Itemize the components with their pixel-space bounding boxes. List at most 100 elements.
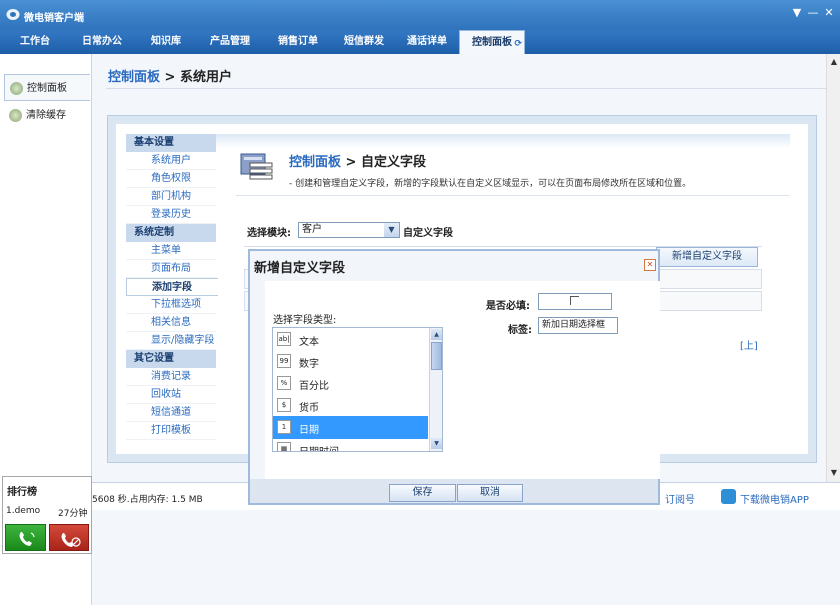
module-select-value: 客户 <box>302 224 322 235</box>
cancel-button[interactable]: 取消 <box>457 484 523 502</box>
field-type-label: 选择字段类型: <box>273 315 337 326</box>
breadcrumb: 控制面板 > 系统用户 <box>108 66 232 85</box>
submenu-item-add-field[interactable]: 添加字段 <box>126 278 218 296</box>
content-header-gradient <box>216 134 790 148</box>
tab-sales-orders[interactable]: 销售订单 <box>266 30 330 54</box>
submenu-item-show-hide-fields[interactable]: 显示/隐藏字段 <box>126 332 216 350</box>
field-type-scrollbar[interactable]: ▲ ▼ <box>429 328 442 451</box>
scroll-down-arrow-icon[interactable]: ▼ <box>431 438 442 449</box>
scroll-up-arrow-icon[interactable]: ▲ <box>829 57 839 67</box>
module-label: 选择模块: <box>247 228 291 239</box>
content-title-current: > 自定义字段 <box>345 155 426 170</box>
breadcrumb-root-link[interactable]: 控制面板 <box>108 70 160 85</box>
status-text: 5608 秒.占用内存: 1.5 MB <box>92 495 203 505</box>
field-type-datetime[interactable]: ▦ 日期时间 <box>273 438 428 451</box>
text-field-icon: ab| <box>277 332 291 346</box>
breadcrumb-current: > 系统用户 <box>164 70 232 85</box>
submenu-item-page-layout[interactable]: 页面布局 <box>126 260 216 278</box>
tag-input[interactable]: 新加日期选择框 <box>538 317 618 334</box>
hang-up-icon <box>61 533 81 547</box>
datetime-field-icon: ▦ <box>277 442 291 451</box>
save-button[interactable]: 保存 <box>389 484 456 502</box>
calendar-icon: 1 <box>277 420 291 434</box>
tab-sms-broadcast[interactable]: 短信群发 <box>332 30 396 54</box>
dialog-footer: 保存 取消 <box>250 479 658 503</box>
dialog-title: 新增自定义字段 <box>254 261 346 276</box>
ranking-panel: 排行榜 1.demo 27分钟 <box>2 476 92 554</box>
call-button[interactable] <box>5 524 46 551</box>
field-type-number[interactable]: 99 数字 <box>273 350 428 373</box>
dialog-body: 选择字段类型: ab| 文本 99 数字 % 百分比 $ 货币 1 日期 ▦ ▲… <box>265 281 660 479</box>
hang-up-button[interactable] <box>49 524 89 551</box>
tab-knowledge-base[interactable]: 知识库 <box>136 30 196 54</box>
field-type-percent[interactable]: % 百分比 <box>273 372 428 395</box>
tab-workbench[interactable]: 工作台 <box>4 30 66 54</box>
field-type-text-label: 文本 <box>299 337 319 348</box>
tag-label: 标签: <box>508 325 532 336</box>
breadcrumb-divider <box>106 88 826 89</box>
subscribe-link[interactable]: 订阅号 <box>665 491 695 506</box>
left-item-clear-cache[interactable]: 清除缓存 <box>4 102 90 129</box>
field-type-datetime-label: 日期时间 <box>299 443 339 451</box>
field-type-currency[interactable]: $ 货币 <box>273 394 428 417</box>
field-type-number-label: 数字 <box>299 359 319 370</box>
move-up-link[interactable]: [上] <box>740 337 758 352</box>
tab-call-records[interactable]: 通话详单 <box>398 30 456 54</box>
submenu-item-consumption-records[interactable]: 消费记录 <box>126 368 216 386</box>
content-title-root-link[interactable]: 控制面板 <box>289 155 341 170</box>
required-label: 是否必填: <box>486 301 530 312</box>
submenu-item-system-users[interactable]: 系统用户 <box>126 152 216 170</box>
submenu-item-sms-channel[interactable]: 短信通道 <box>126 404 216 422</box>
submenu-item-related-info[interactable]: 相关信息 <box>126 314 216 332</box>
field-type-date-label: 日期 <box>299 425 319 436</box>
main-scrollbar[interactable]: ▲ ▼ <box>826 54 840 482</box>
submenu-group-other: 其它设置 <box>126 350 216 368</box>
title-bar: 微电销客户端 ▼ — ✕ <box>0 0 840 30</box>
left-item-control-panel[interactable]: 控制面板 <box>4 74 90 101</box>
field-type-date[interactable]: 1 日期 <box>273 416 428 439</box>
chevron-down-icon[interactable]: ▼ <box>384 223 399 237</box>
left-item-control-panel-label: 控制面板 <box>27 83 67 94</box>
tab-daily-office[interactable]: 日常办公 <box>70 30 134 54</box>
add-custom-field-dialog: 新增自定义字段 ✕ 选择字段类型: ab| 文本 99 数字 % 百分比 $ 货… <box>248 249 660 505</box>
settings-submenu: 基本设置 系统用户 角色权限 部门机构 登录历史 系统定制 主菜单 页面布局 添… <box>126 134 218 440</box>
custom-field-icon <box>240 153 273 180</box>
submenu-item-dropdown-options[interactable]: 下拉框选项 <box>126 296 216 314</box>
download-app-link[interactable]: 下载微电销APP <box>740 491 809 506</box>
scroll-thumb[interactable] <box>431 342 442 370</box>
submenu-group-basic: 基本设置 <box>126 134 216 152</box>
add-custom-field-button[interactable]: 新增自定义字段 <box>656 247 758 267</box>
ranking-user-time: 27分钟 <box>58 509 88 519</box>
content-title: 控制面板 > 自定义字段 <box>289 151 426 170</box>
download-app-icon <box>721 489 736 504</box>
field-type-list[interactable]: ab| 文本 99 数字 % 百分比 $ 货币 1 日期 ▦ 日期时间 <box>272 327 443 452</box>
scroll-up-arrow-icon[interactable]: ▲ <box>431 329 442 340</box>
content-divider <box>236 195 790 196</box>
submenu-item-main-menu[interactable]: 主菜单 <box>126 242 216 260</box>
number-field-icon: 99 <box>277 354 291 368</box>
ranking-title: 排行榜 <box>7 487 37 498</box>
submenu-item-print-template[interactable]: 打印模板 <box>126 422 216 440</box>
left-item-clear-cache-label: 清除缓存 <box>26 110 66 121</box>
close-button[interactable]: ✕ <box>822 6 836 20</box>
submenu-item-recycle-bin[interactable]: 回收站 <box>126 386 216 404</box>
scroll-down-arrow-icon[interactable]: ▼ <box>829 468 839 478</box>
submenu-item-role-permissions[interactable]: 角色权限 <box>126 170 216 188</box>
submenu-item-departments[interactable]: 部门机构 <box>126 188 216 206</box>
refresh-icon[interactable]: ⟳ <box>514 32 522 56</box>
required-checkbox-field[interactable] <box>538 293 612 310</box>
gear-icon <box>10 82 23 95</box>
field-type-text[interactable]: ab| 文本 <box>273 328 428 351</box>
tab-product-management[interactable]: 产品管理 <box>198 30 262 54</box>
content-description: - 创建和管理自定义字段，新增的字段默认在自定义区域显示，可以在页面布局修改所在… <box>289 179 692 189</box>
main-nav: 工作台 日常办公 知识库 产品管理 销售订单 短信群发 通话详单 控制面板 ⟳ <box>0 30 840 55</box>
minimize-button[interactable]: ▼ <box>790 6 804 20</box>
checkbox-icon[interactable] <box>570 296 579 305</box>
module-select[interactable]: 客户 ▼ <box>298 222 400 238</box>
maximize-button[interactable]: — <box>806 6 820 20</box>
tab-control-panel[interactable]: 控制面板 ⟳ <box>459 30 525 55</box>
dialog-close-icon[interactable]: ✕ <box>644 259 656 271</box>
submenu-group-customize: 系统定制 <box>126 224 216 242</box>
module-suffix-label: 自定义字段 <box>403 228 453 239</box>
submenu-item-login-history[interactable]: 登录历史 <box>126 206 216 224</box>
